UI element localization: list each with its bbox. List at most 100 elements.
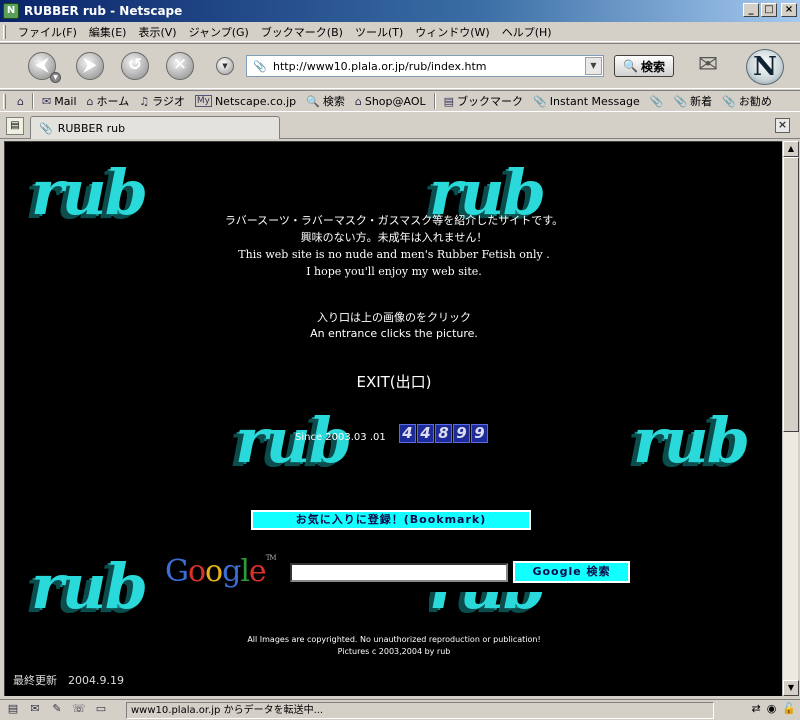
- scroll-down-arrow-icon[interactable]: ▼: [783, 680, 799, 696]
- google-letter: G: [165, 554, 189, 589]
- menu-go[interactable]: ジャンプ(G): [183, 24, 255, 40]
- instant-message-link-label: Instant Message: [549, 94, 640, 108]
- visitor-counter: 4 4 8 9 9: [399, 424, 489, 443]
- reload-button[interactable]: ↺: [121, 52, 149, 80]
- search-link-label: 検索: [322, 95, 345, 108]
- google-logo[interactable]: GoogleTM: [165, 554, 277, 589]
- stop-button[interactable]: ✕: [166, 52, 194, 80]
- pin-icon: 📎: [533, 94, 547, 108]
- since-label: Since 2003.03 .01: [295, 432, 386, 443]
- status-addressbook-icon[interactable]: ☏: [70, 702, 88, 718]
- status-mail-icon[interactable]: ✉: [26, 702, 44, 718]
- counter-digit: 8: [435, 424, 452, 443]
- menu-window[interactable]: ウィンドウ(W): [409, 24, 495, 40]
- connection-icon: ⇄: [751, 702, 761, 715]
- rub-logo-image[interactable]: rub: [31, 550, 148, 623]
- url-history-dropdown-icon[interactable]: ▼: [216, 57, 234, 75]
- search-button[interactable]: 🔍 検索: [614, 55, 674, 77]
- new-tab-icon[interactable]: ▤: [6, 117, 24, 135]
- menu-tools[interactable]: ツール(T): [349, 24, 409, 40]
- home-folder-button[interactable]: ⌂: [12, 95, 29, 108]
- google-search-input[interactable]: [290, 563, 508, 582]
- trademark-mark: TM: [265, 554, 277, 562]
- menu-bar: ファイル(F) 編集(E) 表示(V) ジャンプ(G) ブックマーク(B) ツー…: [0, 22, 800, 42]
- window-title: RUBBER rub - Netscape: [24, 4, 183, 18]
- toolbar-instant-message-link[interactable]: 📎 Instant Message: [528, 95, 645, 108]
- envelope-icon: ✉: [41, 94, 52, 108]
- status-indicators: ⇄ ◉ 🔓: [751, 702, 796, 715]
- menu-edit[interactable]: 編集(E): [83, 24, 133, 40]
- maximize-button[interactable]: □: [761, 3, 777, 17]
- toolbar-netscape-link[interactable]: My Netscape.co.jp: [190, 95, 301, 108]
- url-bar[interactable]: 📎 ▼: [246, 55, 604, 77]
- shop-icon: ⌂: [354, 94, 362, 108]
- exit-link[interactable]: EXIT(出口): [5, 371, 782, 392]
- vertical-scrollbar[interactable]: ▲ ▼: [782, 141, 799, 696]
- my-icon: My: [194, 95, 212, 107]
- radio-link-label: ラジオ: [152, 95, 185, 108]
- entrance-text: 入り口は上の画像のをクリック An entrance clicks the pi…: [5, 310, 782, 342]
- scroll-up-arrow-icon[interactable]: ▲: [783, 141, 799, 157]
- bookmark-icon: ▤: [443, 94, 455, 108]
- title-bar: N RUBBER rub - Netscape _ □ ×: [0, 0, 800, 22]
- toolbar-mail-link[interactable]: ✉ Mail: [37, 95, 82, 108]
- scroll-thumb[interactable]: [783, 157, 799, 432]
- close-window-button[interactable]: ×: [781, 3, 797, 17]
- status-component-icon[interactable]: ▤: [4, 702, 22, 718]
- toolbar-home-link[interactable]: ⌂ ホーム: [82, 93, 135, 109]
- counter-digit: 9: [453, 424, 470, 443]
- netscape-logo[interactable]: N: [746, 49, 784, 85]
- toolbar-recommend-link[interactable]: 📎 お勧め: [717, 93, 777, 109]
- google-letter: o: [205, 554, 223, 589]
- last-updated: 最終更新 2004.9.19: [13, 674, 124, 687]
- toolbar-extra-link[interactable]: 📎: [645, 95, 669, 108]
- entrance-en: An entrance clicks the picture.: [310, 327, 478, 340]
- menu-help[interactable]: ヘルプ(H): [496, 24, 558, 40]
- entrance-ja: 入り口は上の画像のをクリック: [317, 311, 471, 324]
- menu-bookmarks[interactable]: ブックマーク(B): [255, 24, 349, 40]
- home-link-label: ホーム: [96, 95, 130, 108]
- toolbar-search-link[interactable]: 🔍 検索: [301, 93, 350, 109]
- stop-icon: ✕: [172, 55, 188, 75]
- new-link-label: 新着: [690, 95, 713, 108]
- search-icon: 🔍: [306, 94, 320, 108]
- forward-arrow-icon: ⮞: [83, 55, 97, 75]
- home-icon: ⌂: [86, 94, 94, 108]
- toolbar-radio-link[interactable]: ♫ ラジオ: [134, 93, 190, 109]
- google-letter: l: [240, 554, 250, 589]
- tab-label: RUBBER rub: [57, 121, 126, 135]
- menu-view[interactable]: 表示(V): [132, 24, 182, 40]
- google-letter: g: [222, 554, 241, 589]
- google-letter: e: [248, 554, 267, 589]
- toolbar-new-link[interactable]: 📎 新着: [668, 93, 717, 109]
- url-dropdown-icon[interactable]: ▼: [585, 57, 602, 75]
- add-bookmark-button[interactable]: お気に入りに登録！(Bookmark): [251, 510, 531, 530]
- back-history-dropdown-icon[interactable]: ▼: [50, 72, 61, 83]
- toolbar-bookmarks-link[interactable]: ▤ ブックマーク: [439, 93, 528, 109]
- toolbar-separator: [433, 93, 436, 109]
- menubar-grip[interactable]: [3, 24, 6, 39]
- exit-link-label[interactable]: EXIT(出口): [356, 373, 431, 391]
- status-page-icon[interactable]: ▭: [92, 702, 110, 718]
- mail-tray-icon[interactable]: ✉: [698, 50, 728, 80]
- toolbar-shop-link[interactable]: ⌂ Shop@AOL: [350, 95, 431, 108]
- tab-rubber-rub[interactable]: 📎 RUBBER rub: [30, 116, 280, 139]
- browser-window: N RUBBER rub - Netscape _ □ × ファイル(F) 編集…: [0, 0, 800, 720]
- back-button[interactable]: ⮜ ▼: [28, 52, 61, 83]
- status-bar: ▤ ✉ ✎ ☏ ▭ www10.plala.or.jp からデータを転送中...…: [0, 699, 800, 720]
- intro-ja-line-2: 興味のない方。未成年は入れません！: [300, 231, 488, 244]
- forward-button[interactable]: ⮞: [76, 52, 104, 80]
- close-tab-button[interactable]: ×: [775, 118, 790, 133]
- lock-icon[interactable]: 🔓: [782, 702, 796, 715]
- menu-file[interactable]: ファイル(F): [12, 24, 83, 40]
- personal-toolbar-grip[interactable]: [3, 93, 6, 109]
- url-input[interactable]: [273, 59, 593, 73]
- rub-logo-image[interactable]: rub: [633, 404, 750, 477]
- bookmarks-link-label: ブックマーク: [457, 95, 524, 108]
- google-search-button[interactable]: Google 検索: [513, 561, 630, 583]
- copyright-line-1: All Images are copyrighted. No unauthori…: [247, 635, 541, 644]
- status-composer-icon[interactable]: ✎: [48, 702, 66, 718]
- folder-icon: ⌂: [17, 94, 24, 108]
- minimize-button[interactable]: _: [743, 3, 759, 17]
- intro-ja-line-1: ラバースーツ・ラバーマスク・ガスマスク等を紹介したサイトです。: [224, 214, 564, 227]
